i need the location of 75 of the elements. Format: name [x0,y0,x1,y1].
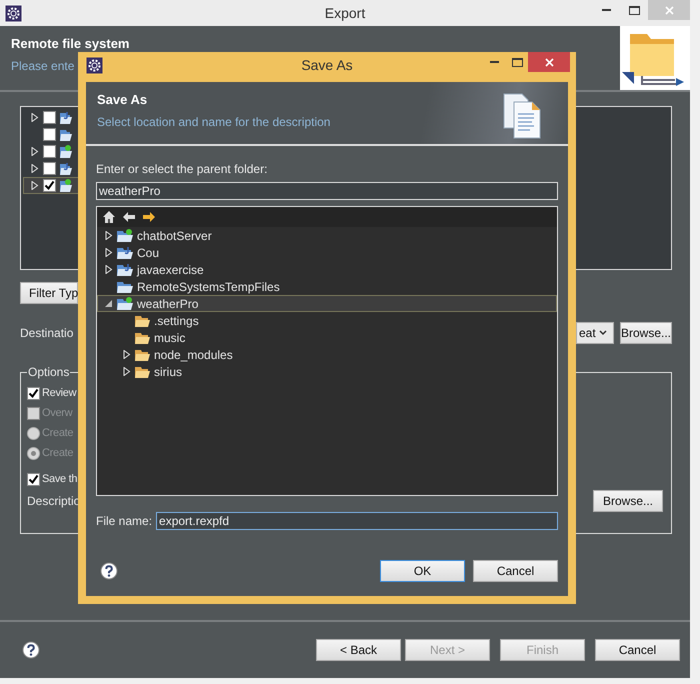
browse-button[interactable]: Browse... [593,490,663,512]
folder-icon [117,228,133,242]
folder-icon [135,348,150,362]
help-icon[interactable] [22,641,40,659]
tree-item[interactable]: RemoteSystemsTempFiles [97,278,557,295]
folder-icon [117,246,133,260]
checkbox[interactable] [43,162,56,175]
format-dropdown[interactable]: eat [576,322,614,344]
folder-icon [117,262,133,276]
maximize-icon [512,58,522,66]
checkbox[interactable] [43,111,56,124]
tree-item[interactable]: music [97,329,557,346]
dialog-description: Select location and name for the description [97,115,330,129]
tree-item[interactable]: javaexercise [97,261,557,278]
option-label: Create [42,447,74,459]
wizard-button[interactable]: < Back [316,639,401,661]
file-name-label: File name: [96,514,152,528]
checkbox[interactable] [27,472,40,486]
minimize-icon [490,61,498,63]
folder-icon [60,178,72,192]
option-label: Review [42,387,76,399]
destination-label: Destinatio [20,326,74,340]
tree-item[interactable]: chatbotServer [97,227,557,244]
file-name-field[interactable]: export.rexpfd [156,512,558,530]
close-icon [544,58,554,66]
checkbox[interactable] [27,386,40,400]
folder-icon [135,330,150,344]
export-folder-icon [620,26,690,90]
dialog-button[interactable]: Cancel [473,560,558,582]
folder-icon [60,110,72,124]
home-icon[interactable] [102,210,116,224]
tree-row[interactable] [23,177,81,194]
app-icon [86,56,103,74]
folder-icon [60,162,72,176]
option-label: Create [42,427,74,439]
checkbox[interactable] [43,179,56,192]
help-icon[interactable] [100,562,118,580]
window-title: Export [324,5,366,21]
folder-label: Enter or select the parent folder: [96,162,268,176]
tree-item[interactable]: Cou [97,244,557,261]
tree-item[interactable]: weatherPro [97,295,557,312]
dialog-button[interactable]: OK [380,560,465,582]
page-description: Please ente [11,59,74,73]
minimize-icon [602,9,610,11]
chevron-icon [598,330,607,336]
back-icon[interactable] [122,210,136,224]
window-title: Save As [301,57,353,73]
folder-icon [135,364,150,378]
maximize-icon [629,6,640,14]
checkbox[interactable] [43,145,56,158]
folder-icon [117,280,133,294]
folder-icon [60,144,72,158]
page-title: Remote file system [11,36,130,51]
folder-icon [135,314,150,328]
group-label: Options [27,365,70,379]
app-icon [5,4,22,22]
tree-item[interactable]: .settings [97,312,557,329]
close-icon [664,6,674,14]
description-label: Descriptio [27,494,80,508]
checkbox[interactable] [43,128,56,141]
tree-item[interactable]: node_modules [97,346,557,363]
browse-button[interactable]: Browse... [620,322,672,344]
parent-folder-field[interactable]: weatherPro [96,182,558,200]
close-button[interactable] [528,52,570,72]
option-label: Save th [42,473,78,485]
dialog-heading: Save As [97,92,148,107]
forward-icon[interactable] [142,210,156,224]
filter-types-button[interactable]: Filter Typ [20,282,78,304]
tree-item[interactable]: sirius [97,363,557,380]
expand-arrow-icon[interactable] [30,113,39,122]
option-label: Overw [42,407,72,419]
folder-icon [60,128,72,142]
expand-arrow-icon[interactable] [104,299,113,308]
wizard-button[interactable]: Cancel [595,639,680,661]
folder-icon [117,296,133,310]
